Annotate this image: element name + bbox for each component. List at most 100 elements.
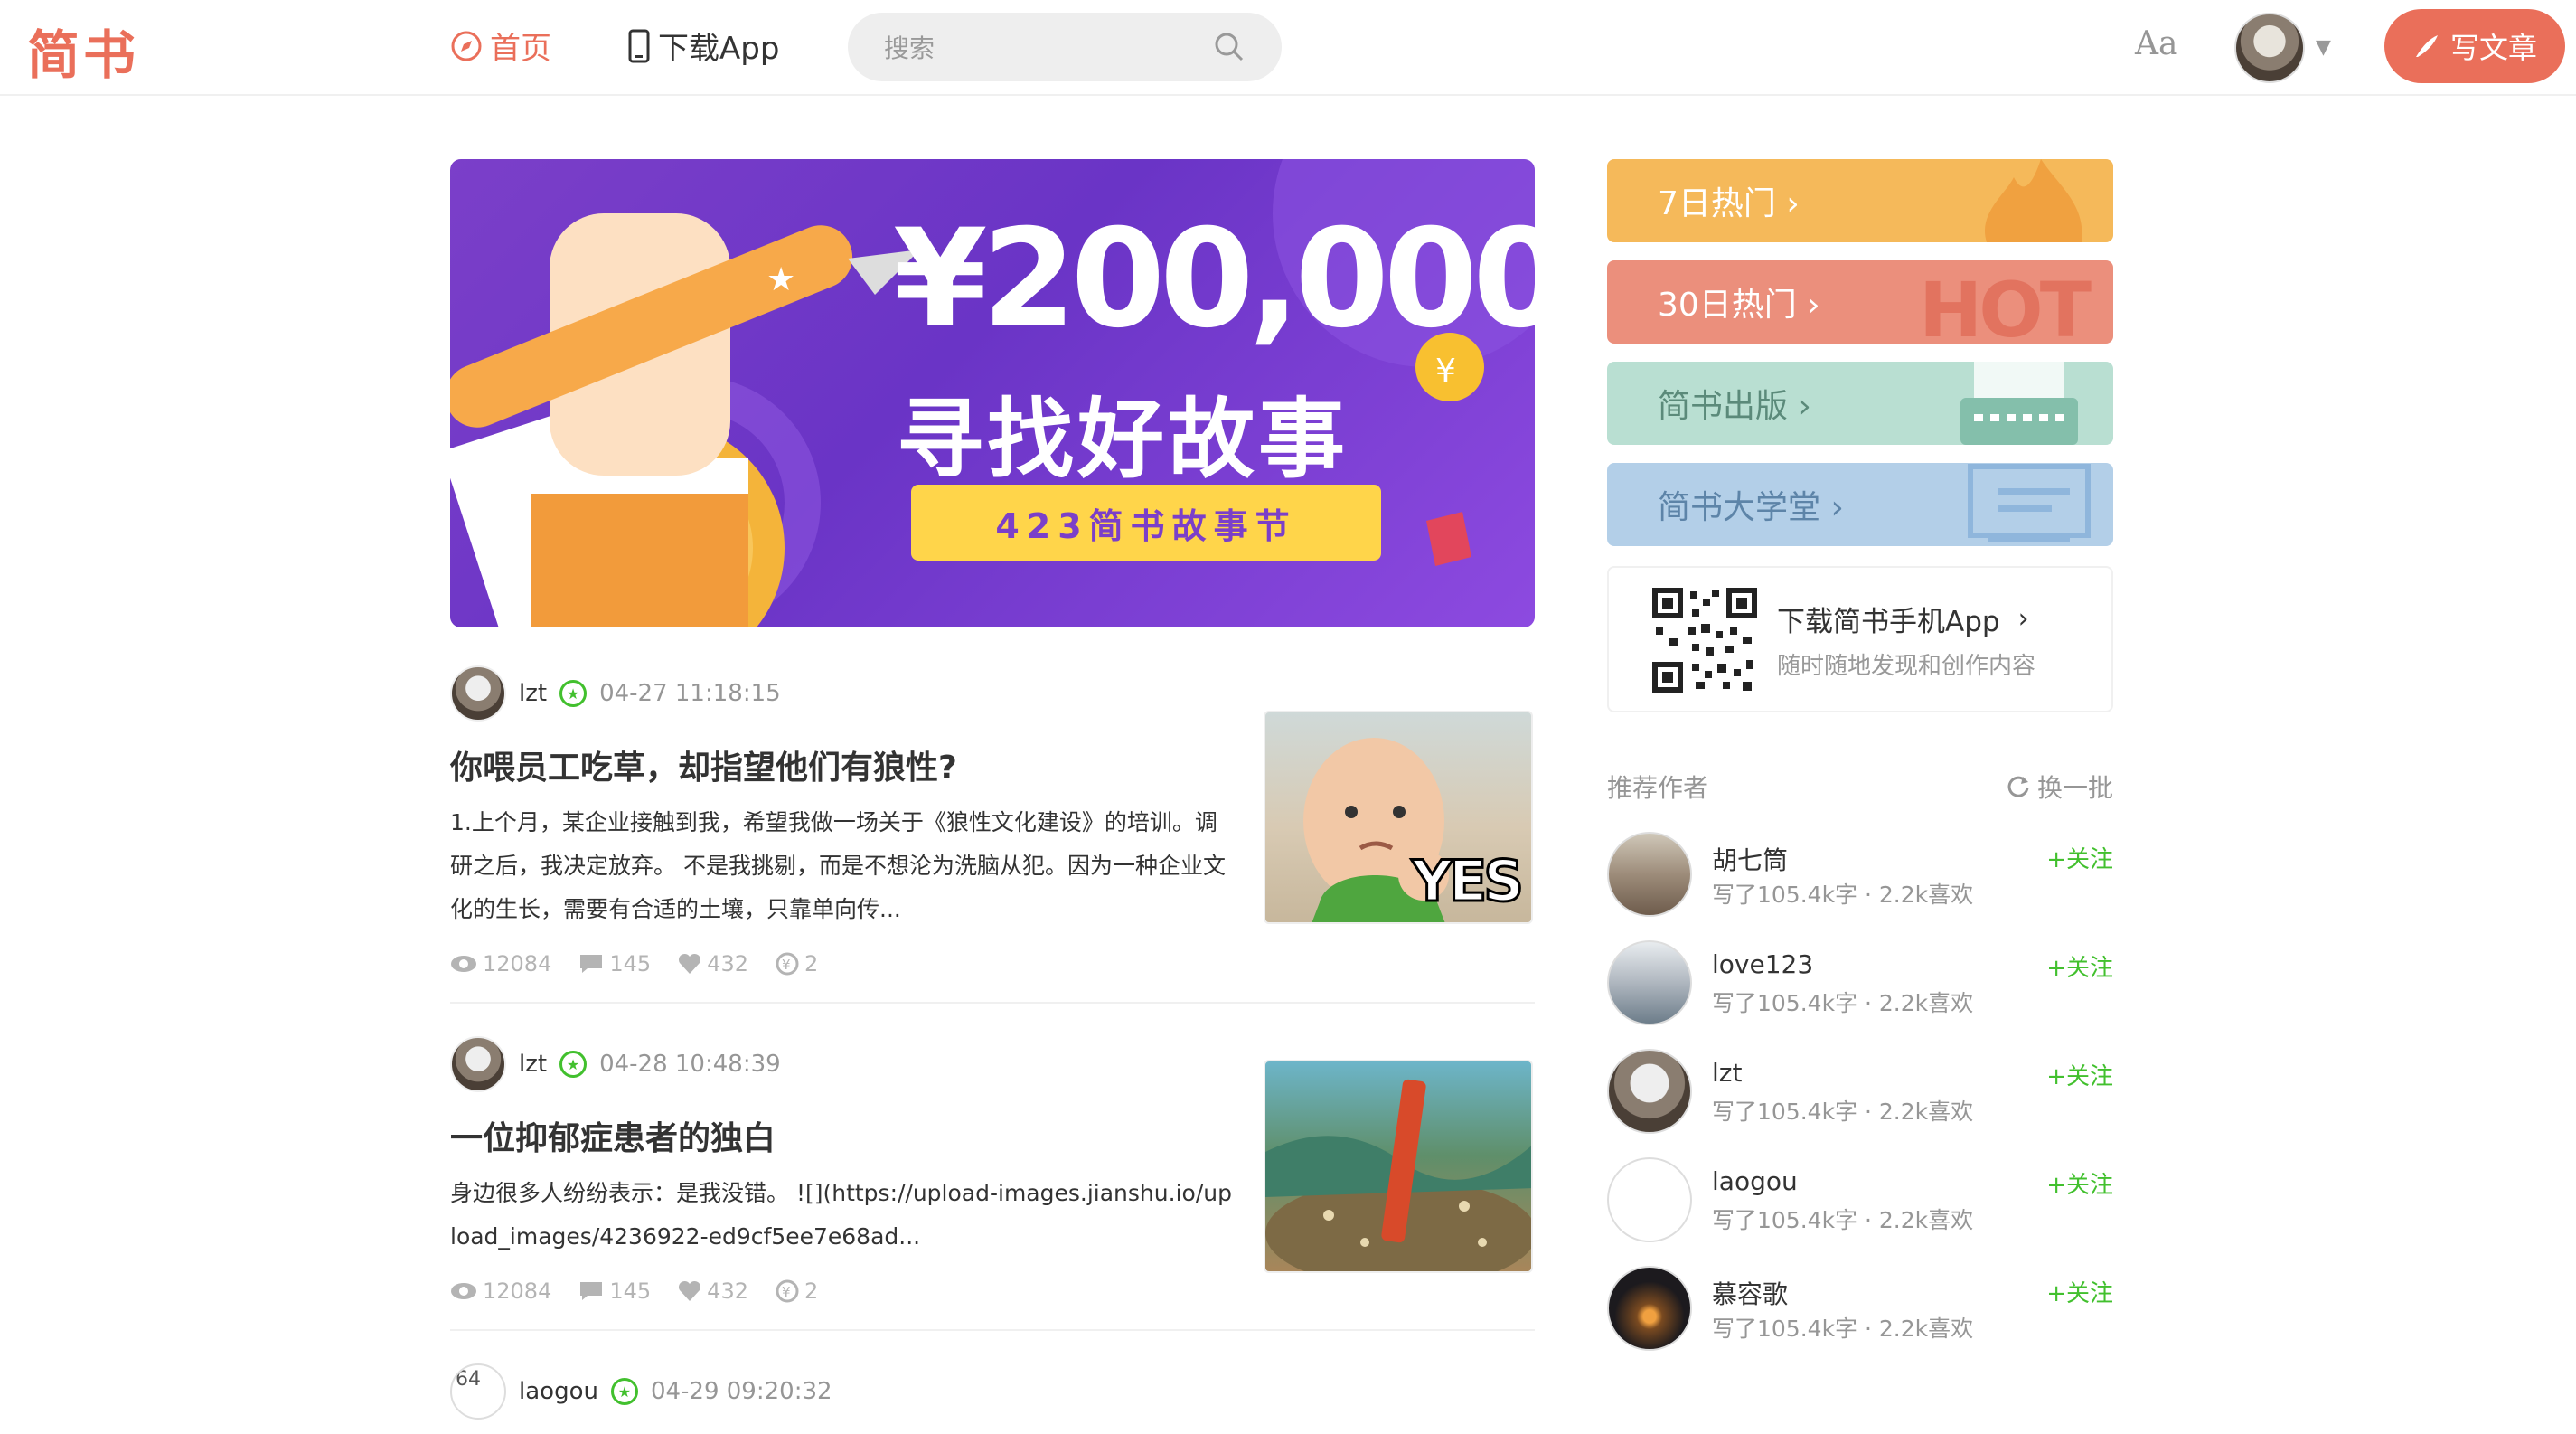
author-stats: 写了105.4k字 · 2.2k喜欢 — [1712, 1316, 1974, 1342]
comment-icon — [580, 955, 603, 973]
svg-text:¥: ¥ — [782, 957, 791, 973]
likes-count: 432 — [707, 951, 748, 976]
follow-button[interactable]: +关注 — [2046, 949, 2113, 983]
banner-slogan: 寻找好故事 — [897, 389, 1349, 490]
author-avatar[interactable] — [450, 665, 506, 722]
author-name[interactable]: laogou — [1712, 1166, 1798, 1196]
compass-icon — [451, 31, 482, 61]
write-article-button[interactable]: 写文章 — [2384, 9, 2565, 83]
nav-download-app-link[interactable]: 下载App — [627, 24, 779, 68]
sidebar-card-7day-hot[interactable]: 7日热门 › — [1607, 159, 2113, 242]
search-icon[interactable] — [1213, 31, 1246, 63]
article-thumbnail[interactable]: YES — [1264, 711, 1533, 924]
qr-code-icon — [1652, 588, 1757, 693]
card-label: 简书出版 › — [1658, 388, 1811, 425]
author-name[interactable]: lzt — [519, 680, 547, 707]
follow-button[interactable]: +关注 — [2046, 1058, 2113, 1091]
comments-count: 145 — [609, 951, 652, 976]
eye-icon — [451, 1283, 476, 1299]
author-name[interactable]: laogou — [519, 1378, 598, 1405]
rewards-stat: ¥2 — [776, 1278, 818, 1304]
publish-time: 04-27 11:18:15 — [599, 680, 781, 707]
card-label: 30日热门 › — [1658, 287, 1820, 324]
author-name[interactable]: lzt — [519, 1051, 547, 1078]
sidebar-card-publishing[interactable]: 简书出版 › — [1607, 362, 2113, 445]
nav-home-link[interactable]: 首页 — [450, 24, 551, 68]
comments-stat[interactable]: 145 — [578, 1278, 651, 1304]
rewards-count: 2 — [804, 951, 819, 976]
author-stats: 写了105.4k字 · 2.2k喜欢 — [1712, 1207, 1974, 1233]
promo-banner[interactable]: ¥ ★ ¥ ¥200,000 现金 寻找好故事 423简书故事节 — [450, 159, 1535, 627]
thumbnail-caption: YES — [1411, 847, 1526, 916]
svg-text:¥: ¥ — [1435, 353, 1456, 390]
top-navbar: 简书 首页 下载App 搜索 Aa ▼ 写文章 — [0, 0, 2576, 96]
download-subtitle: 随时随地发现和创作内容 — [1777, 653, 2036, 680]
user-avatar[interactable] — [2234, 13, 2305, 83]
views-stat: 12084 — [450, 1278, 551, 1304]
follow-button[interactable]: +关注 — [2046, 1275, 2113, 1308]
verified-badge-icon: ★ — [559, 680, 588, 707]
banner-amount: ¥200,000 — [893, 201, 1535, 358]
author-avatar[interactable] — [450, 1036, 506, 1092]
follow-button[interactable]: +关注 — [2046, 841, 2113, 874]
follow-button[interactable]: +关注 — [2046, 1166, 2113, 1200]
article-stats: 12084 145 432 ¥2 — [450, 1278, 1535, 1304]
sidebar-card-university[interactable]: 简书大学堂 › — [1607, 463, 2113, 546]
refresh-icon — [2007, 776, 2029, 797]
nav-app-label: 下载App — [658, 31, 780, 67]
banner-headline: ¥200,000 现金 — [893, 212, 1535, 347]
comments-count: 145 — [609, 1278, 652, 1304]
likes-stat: 432 — [678, 951, 748, 976]
sidebar-card-30day-hot[interactable]: 30日热门 › HOT — [1607, 260, 2113, 344]
publish-time: 04-29 09:20:32 — [650, 1378, 832, 1405]
svg-text:¥: ¥ — [782, 1284, 791, 1300]
article-abstract: 1.上个月，某企业接触到我，希望我做一场关于《狼性文化建设》的培训。调研之后，我… — [450, 809, 1226, 922]
author-avatar[interactable] — [1607, 1266, 1692, 1351]
author-avatar-broken-image[interactable] — [1607, 1157, 1692, 1242]
author-avatar[interactable] — [1607, 940, 1692, 1025]
eye-icon — [451, 956, 476, 972]
comments-stat[interactable]: 145 — [578, 951, 651, 976]
card-label: 简书大学堂 › — [1658, 489, 1844, 526]
views-count: 12084 — [483, 1278, 552, 1304]
search-input[interactable]: 搜索 — [848, 13, 1282, 81]
coin-icon: ¥ — [776, 1279, 799, 1303]
article-divider — [450, 1002, 1535, 1004]
author-name[interactable]: love123 — [1712, 949, 1813, 979]
author-name[interactable]: 慕容歌 — [1712, 1275, 1788, 1311]
article-divider — [450, 1329, 1535, 1331]
article-meta: 64 laogou ★ 04-29 09:20:32 — [450, 1363, 1535, 1420]
rewards-stat: ¥2 — [776, 951, 818, 976]
whiteboard-icon — [1968, 464, 2091, 542]
download-app-box[interactable]: 下载简书手机App › 随时随地发现和创作内容 — [1607, 566, 2113, 712]
recommended-author: love123 写了105.4k字 · 2.2k喜欢 +关注 — [1607, 940, 2113, 1031]
article-thumbnail[interactable] — [1264, 1060, 1533, 1273]
banner-ribbon: 423简书故事节 — [995, 505, 1297, 546]
pen-icon — [2415, 35, 2438, 57]
write-label: 写文章 — [2449, 31, 2537, 65]
typewriter-icon — [1960, 362, 2078, 445]
verified-badge-icon: ★ — [610, 1378, 638, 1405]
author-avatar-broken-image[interactable]: 64 — [450, 1363, 506, 1420]
article-item: lzt ★ 04-28 10:48:39 一位抑郁症患者的独白 身边很多人纷纷表… — [450, 1036, 1535, 1304]
author-name[interactable]: 胡七筒 — [1712, 841, 1788, 877]
recommended-author: lzt 写了105.4k字 · 2.2k喜欢 +关注 — [1607, 1049, 2113, 1139]
likes-stat: 432 — [678, 1278, 748, 1304]
author-stats: 写了105.4k字 · 2.2k喜欢 — [1712, 990, 1974, 1016]
recommend-title: 推荐作者 — [1607, 773, 1709, 803]
author-avatar[interactable] — [1607, 832, 1692, 917]
author-stats: 写了105.4k字 · 2.2k喜欢 — [1712, 1099, 1974, 1125]
recommended-author: 慕容歌 写了105.4k字 · 2.2k喜欢 +关注 — [1607, 1266, 2113, 1356]
refresh-button[interactable]: 换一批 — [2007, 769, 2113, 805]
download-title: 下载简书手机App — [1777, 606, 2000, 638]
search-placeholder: 搜索 — [884, 33, 935, 63]
chevron-down-icon[interactable]: ▼ — [2316, 36, 2331, 59]
font-toggle-button[interactable]: Aa — [2135, 25, 2177, 62]
site-logo[interactable]: 简书 — [27, 13, 139, 89]
author-avatar[interactable] — [1607, 1049, 1692, 1134]
phone-icon — [628, 29, 650, 62]
author-name[interactable]: lzt — [1712, 1058, 1742, 1088]
article-item: 64 laogou ★ 04-29 09:20:32 — [450, 1363, 1535, 1420]
article-stats: 12084 145 432 ¥2 — [450, 951, 1535, 976]
author-stats: 写了105.4k字 · 2.2k喜欢 — [1712, 882, 1974, 908]
